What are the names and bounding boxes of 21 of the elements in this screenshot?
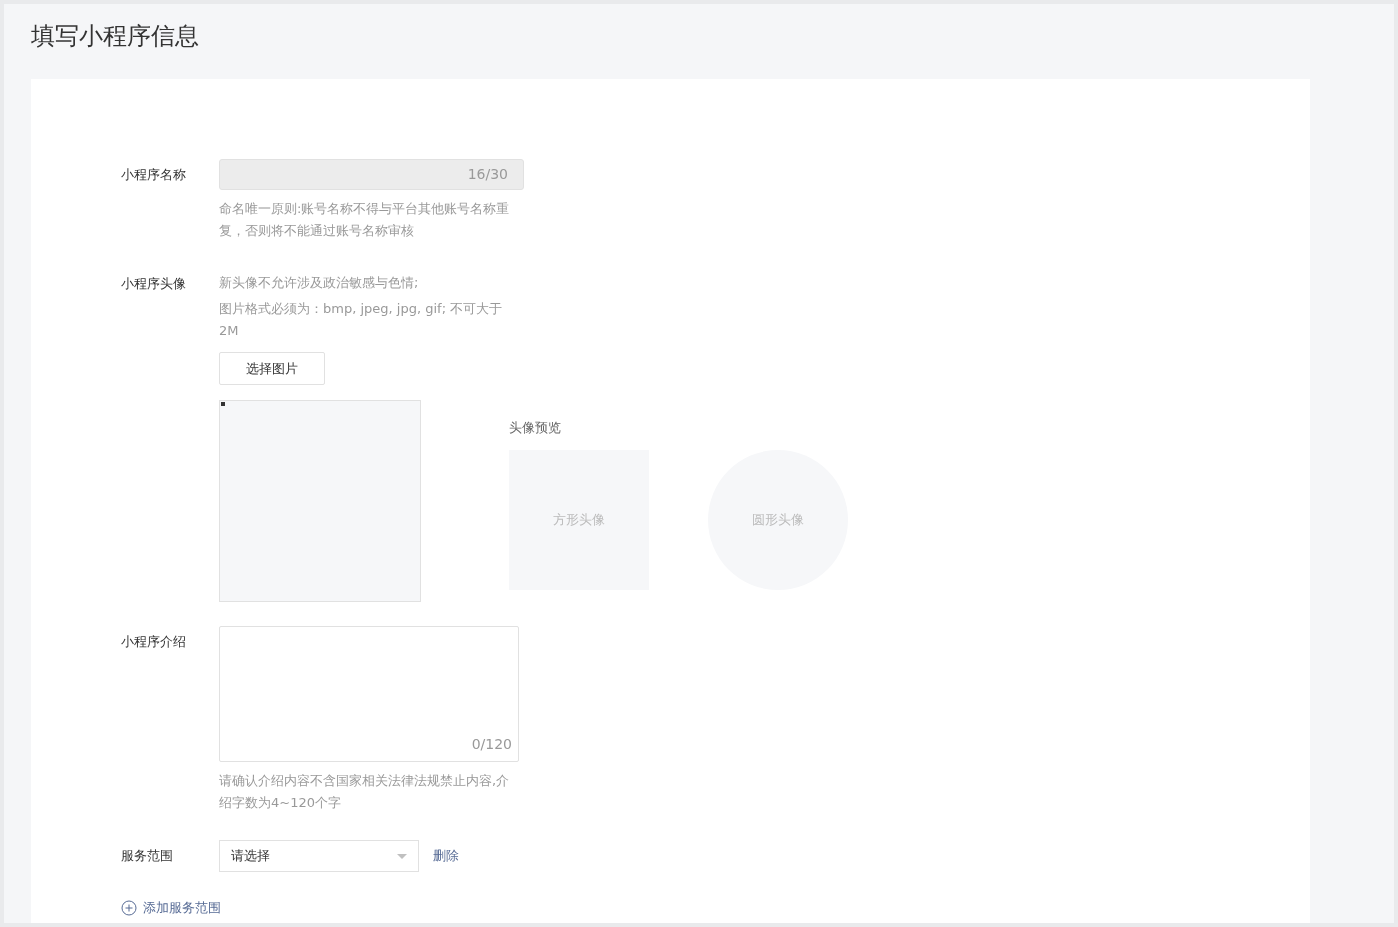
field-label: 服务范围 (121, 847, 174, 866)
field-label: 小程序介绍 (121, 633, 187, 651)
char-counter: 0/120 (471, 735, 512, 754)
choose-image-button[interactable]: 选择图片 (219, 352, 325, 385)
field-label: 小程序名称 (121, 166, 187, 184)
add-service-link[interactable]: 添加服务范围 (121, 898, 1310, 918)
hint-text: 新头像不允许涉及政治敏感与色情; (219, 274, 420, 292)
field-label: 小程序头像 (121, 275, 187, 293)
plus-circle-icon (121, 899, 137, 916)
square-preview: 方形头像 (509, 449, 649, 590)
delete-link[interactable]: 删除 (433, 846, 459, 866)
image-crop-area[interactable] (219, 400, 421, 602)
hint-text: 图片格式必须为：bmp, jpeg, jpg, gif; 不可大于2M (219, 300, 504, 340)
service-select[interactable]: 请选择 (219, 840, 419, 872)
char-counter: 16/30 (467, 165, 508, 184)
round-preview: 圆形头像 (708, 449, 848, 590)
hint-text: 请确认介绍内容不含国家相关法律法规禁止内容,介绍字数为4~120个字 (219, 772, 511, 812)
page-title: 填写小程序信息 (31, 21, 200, 52)
preview-title: 头像预览 (509, 419, 562, 437)
caret-icon (397, 853, 407, 859)
crop-handle[interactable] (221, 402, 225, 406)
